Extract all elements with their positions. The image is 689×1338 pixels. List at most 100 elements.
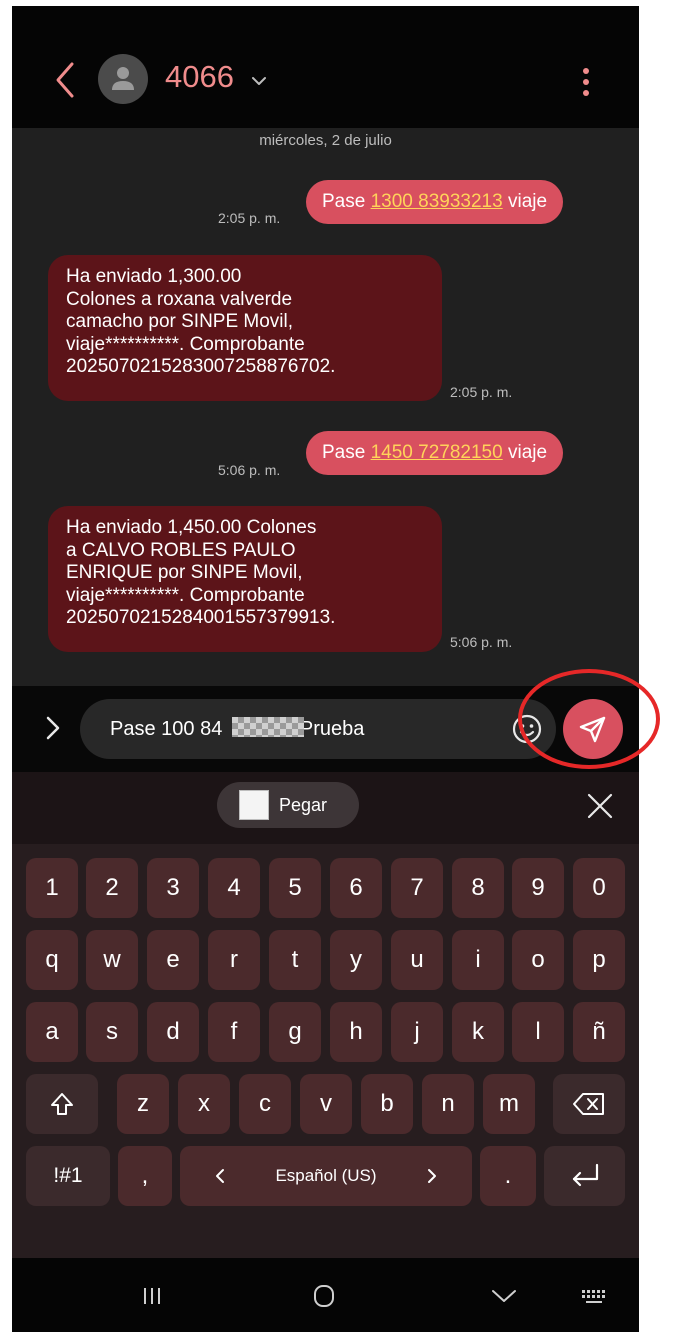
- key[interactable]: h: [330, 1002, 382, 1062]
- paste-label: Pegar: [279, 795, 328, 815]
- key[interactable]: l: [512, 1002, 564, 1062]
- key[interactable]: z: [117, 1074, 169, 1134]
- message-line: 2025070215283007258876702.: [66, 356, 336, 377]
- symbols-key[interactable]: !#1: [26, 1146, 110, 1206]
- conversation-header: 4066: [12, 6, 639, 128]
- message-text: viaje: [502, 191, 548, 212]
- chevron-right-icon: [46, 716, 60, 740]
- message-timestamp: 2:05 p. m.: [450, 384, 513, 400]
- key[interactable]: e: [147, 930, 199, 990]
- recents-button[interactable]: [132, 1276, 172, 1316]
- home-icon: [314, 1285, 334, 1307]
- incoming-message[interactable]: Ha enviado 1,450.00 Colones a CALVO ROBL…: [48, 506, 442, 652]
- key[interactable]: b: [361, 1074, 413, 1134]
- key[interactable]: 6: [330, 858, 382, 918]
- key[interactable]: m: [483, 1074, 535, 1134]
- contact-name[interactable]: 4066: [165, 59, 234, 95]
- space-key[interactable]: Español (US): [180, 1146, 472, 1206]
- key[interactable]: a: [26, 1002, 78, 1062]
- back-button[interactable]: [46, 58, 86, 102]
- enter-key[interactable]: [544, 1146, 625, 1206]
- shift-key[interactable]: [26, 1074, 98, 1134]
- key[interactable]: p: [573, 930, 625, 990]
- phone-number-link[interactable]: 1450 72782150: [371, 442, 503, 463]
- chevron-left-icon: [216, 1169, 224, 1183]
- key[interactable]: 9: [512, 858, 564, 918]
- backspace-key[interactable]: [553, 1074, 625, 1134]
- key[interactable]: k: [452, 1002, 504, 1062]
- message-line: viaje**********. Comprobante: [66, 584, 305, 606]
- clipboard-toolbar: Pegar: [12, 772, 639, 844]
- message-line: Colones a roxana valverde: [66, 288, 293, 310]
- incoming-message[interactable]: Ha enviado 1,300.00 Colones a roxana val…: [48, 255, 442, 401]
- key[interactable]: w: [86, 930, 138, 990]
- key[interactable]: r: [208, 930, 260, 990]
- key[interactable]: c: [239, 1074, 291, 1134]
- paste-button[interactable]: Pegar: [217, 782, 359, 828]
- input-text-end: Prueba: [294, 718, 365, 740]
- nav-back-button[interactable]: [484, 1276, 524, 1316]
- key[interactable]: 7: [391, 858, 443, 918]
- key[interactable]: 1: [26, 858, 78, 918]
- pixelated-redaction: [232, 717, 304, 737]
- expand-attachments-button[interactable]: [38, 710, 68, 746]
- on-screen-keyboard: 1 2 3 4 5 6 7 8 9 0 q w e r t y u i o p …: [12, 844, 639, 1258]
- backspace-icon: [573, 1093, 604, 1115]
- key[interactable]: j: [391, 1002, 443, 1062]
- message-input[interactable]: Pase 100 84 Prueba: [80, 699, 556, 759]
- key[interactable]: u: [391, 930, 443, 990]
- more-options-button[interactable]: [572, 62, 600, 102]
- contact-menu-toggle[interactable]: [248, 70, 270, 92]
- home-button[interactable]: [304, 1276, 344, 1316]
- message-line: Ha enviado 1,300.00: [66, 266, 242, 287]
- key[interactable]: 5: [269, 858, 321, 918]
- key[interactable]: 3: [147, 858, 199, 918]
- key[interactable]: y: [330, 930, 382, 990]
- send-icon: [579, 716, 606, 743]
- key[interactable]: v: [300, 1074, 352, 1134]
- key[interactable]: f: [208, 1002, 260, 1062]
- key[interactable]: x: [178, 1074, 230, 1134]
- key[interactable]: o: [512, 930, 564, 990]
- key[interactable]: d: [147, 1002, 199, 1062]
- clipboard-thumbnail: [239, 790, 269, 820]
- date-separator: miércoles, 2 de julio: [259, 132, 392, 149]
- key[interactable]: s: [86, 1002, 138, 1062]
- avatar[interactable]: [98, 54, 148, 104]
- comma-key[interactable]: ,: [118, 1146, 172, 1206]
- message-list[interactable]: miércoles, 2 de julio Pase 1300 83933213…: [12, 128, 639, 686]
- chevron-down-icon: [252, 77, 266, 85]
- key[interactable]: q: [26, 930, 78, 990]
- phone-number-link[interactable]: 1300 83933213: [371, 191, 503, 212]
- keyboard-switch-button[interactable]: [574, 1276, 614, 1316]
- message-line: a CALVO ROBLES PAULO: [66, 539, 296, 561]
- key[interactable]: 8: [452, 858, 504, 918]
- key[interactable]: t: [269, 930, 321, 990]
- send-button[interactable]: [563, 699, 623, 759]
- key[interactable]: n: [422, 1074, 474, 1134]
- chevron-right-icon: [428, 1169, 436, 1183]
- enter-icon: [572, 1163, 598, 1187]
- outgoing-message[interactable]: Pase 1450 72782150 viaje: [306, 431, 564, 475]
- message-line: camacho por SINPE Movil,: [66, 311, 294, 332]
- input-text-start: Pase 100 84: [110, 718, 223, 740]
- message-text: Pase: [322, 191, 371, 212]
- keyboard-icon: [582, 1290, 605, 1303]
- key[interactable]: g: [269, 1002, 321, 1062]
- key[interactable]: ñ: [573, 1002, 625, 1062]
- key[interactable]: i: [452, 930, 504, 990]
- message-timestamp: 5:06 p. m.: [450, 634, 513, 650]
- key[interactable]: 2: [86, 858, 138, 918]
- message-line: viaje**********. Comprobante: [66, 333, 305, 355]
- emoji-button[interactable]: [510, 712, 544, 746]
- period-key[interactable]: .: [480, 1146, 536, 1206]
- key[interactable]: 4: [208, 858, 260, 918]
- message-line: 2025070215284001557379913.: [66, 607, 336, 628]
- more-vert-icon: [583, 68, 589, 96]
- key[interactable]: 0: [573, 858, 625, 918]
- message-line: Ha enviado 1,450.00 Colones: [66, 517, 317, 538]
- close-toolbar-button[interactable]: [584, 790, 616, 822]
- outgoing-message[interactable]: Pase 1300 83933213 viaje: [306, 180, 564, 224]
- message-line: ENRIQUE por SINPE Movil,: [66, 562, 303, 583]
- system-navigation-bar: [12, 1258, 639, 1332]
